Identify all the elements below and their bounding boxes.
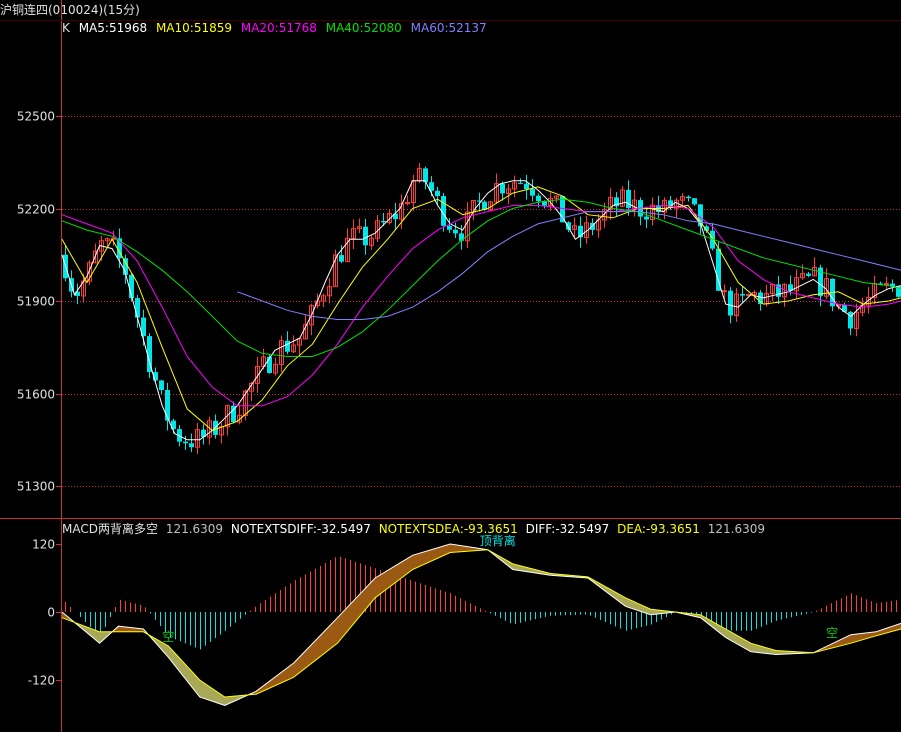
- candle-body-down: [518, 182, 523, 184]
- macd-histogram: [65, 556, 897, 650]
- macd-tick-label: 0: [47, 606, 55, 620]
- chart-canvas[interactable]: 52500 52200 51900 51600 51300 顶背离空 空 120 0 -120: [0, 0, 901, 732]
- candle-body-down: [728, 290, 733, 316]
- macd-ribbon-segment: [343, 603, 351, 637]
- macd-tick-label: -120: [28, 674, 55, 688]
- chart-frame: [0, 0, 901, 732]
- kong-label-1: 空: [162, 630, 174, 644]
- price-tick-label: 52500: [17, 110, 55, 124]
- diff-line: [61, 543, 901, 707]
- candle-body-down: [566, 222, 571, 230]
- candle-body-up: [722, 290, 727, 293]
- candle-body-down: [339, 255, 344, 262]
- candle-body-down: [692, 198, 697, 205]
- candle-body-down: [381, 220, 386, 223]
- candle-body-down: [524, 183, 529, 190]
- candle-body-down: [435, 190, 440, 197]
- ma-line-ma20: [61, 204, 901, 407]
- price-tick-label: 51600: [17, 388, 55, 402]
- candle-body-down: [626, 189, 631, 209]
- candle-body-down: [183, 441, 188, 444]
- candle-body-down: [159, 380, 164, 391]
- ma-lines: [61, 180, 901, 441]
- macd-ribbon: [61, 543, 901, 707]
- candle-body-down: [453, 229, 458, 234]
- macd-ribbon-segment: [199, 679, 207, 700]
- candle-body-down: [806, 273, 811, 276]
- candle-body-down: [536, 195, 541, 202]
- macd-y-axis: 120 0 -120: [28, 538, 62, 688]
- candle-body-down: [423, 168, 428, 183]
- candle-body-down: [644, 216, 649, 220]
- ma-line-ma10: [61, 186, 901, 432]
- candle-body-down: [530, 189, 535, 196]
- ma-line-ma5: [61, 180, 901, 441]
- candle-body-down: [716, 248, 721, 291]
- kong-label-2: 空: [826, 626, 838, 640]
- ma-line-ma40: [61, 198, 901, 357]
- candle-body-down: [500, 183, 505, 194]
- top-divergence-label: 顶背离: [480, 533, 516, 548]
- candle-body-down: [686, 196, 691, 199]
- macd-ribbon-segment: [99, 631, 107, 644]
- candle-body-down: [363, 226, 368, 246]
- price-y-axis: 52500 52200 51900 51600 51300: [17, 110, 62, 494]
- candle-body-down: [285, 340, 290, 352]
- candle-body-down: [447, 225, 452, 230]
- candle-body-down: [267, 356, 272, 373]
- candle-body-up: [884, 283, 889, 286]
- price-tick-label: 52200: [17, 203, 55, 217]
- candle-body-down: [135, 298, 140, 318]
- price-tick-label: 51900: [17, 295, 55, 309]
- candle-body-down: [189, 443, 194, 448]
- macd-ribbon-segment: [337, 610, 345, 644]
- price-grid: [62, 116, 901, 487]
- candle-body-down: [165, 390, 170, 421]
- macd-tick-label: 120: [32, 538, 55, 552]
- candle-body-down: [740, 294, 745, 296]
- price-tick-label: 51300: [17, 480, 55, 494]
